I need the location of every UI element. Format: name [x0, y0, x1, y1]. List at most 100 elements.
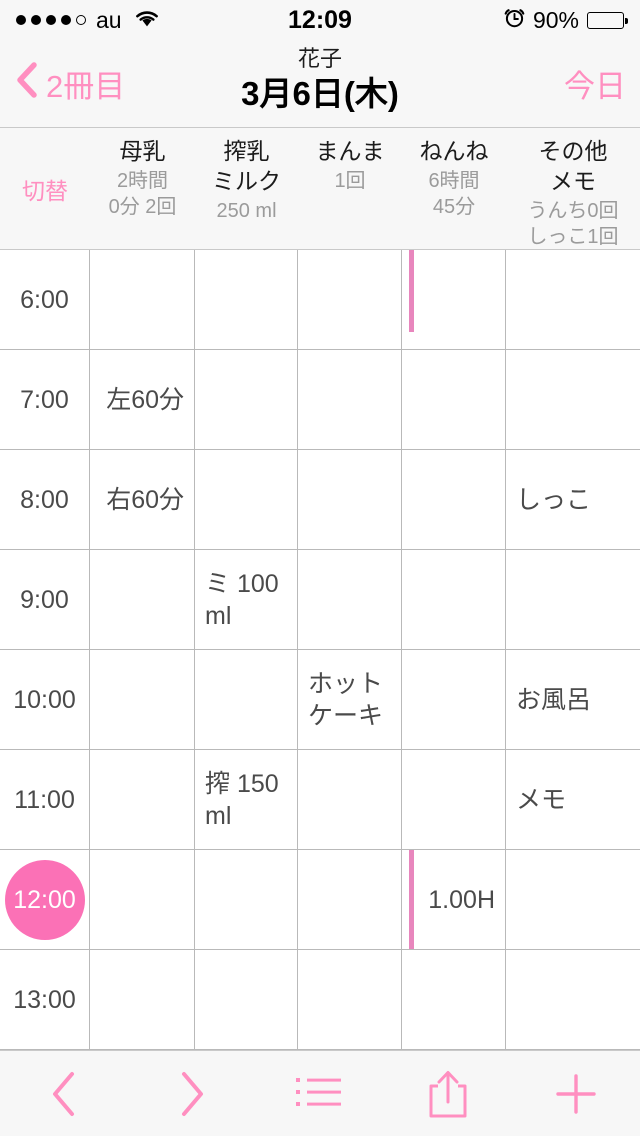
prev-day-button[interactable] — [0, 1051, 128, 1136]
entry-cell-food[interactable] — [298, 950, 402, 1049]
entry-text: 左60分 — [106, 385, 184, 414]
column-title-food: まんま — [315, 138, 385, 164]
hour-label-cell: 8:00 — [0, 450, 90, 549]
entry-cell-sleep[interactable] — [402, 950, 506, 1049]
entry-cell-sleep[interactable] — [402, 350, 506, 449]
entry-cell-bottle[interactable] — [195, 450, 298, 549]
hour-row: 9:00 ミ 100ml — [0, 550, 640, 650]
entry-cell-memo[interactable] — [506, 850, 640, 949]
column-summary-milk: 2時間 0分 2回 — [108, 170, 177, 218]
chevron-right-icon — [170, 1066, 214, 1122]
entry-cell-food[interactable] — [298, 750, 402, 849]
entry-cell-food[interactable] — [298, 250, 402, 349]
entry-cell-milk[interactable] — [90, 650, 195, 749]
entry-cell-bottle[interactable] — [195, 350, 298, 449]
column-header-bottle: 搾乳 ミルク 250 ml — [195, 128, 298, 249]
entry-text: 搾 150ml — [205, 769, 279, 830]
entry-cell-memo[interactable]: メモ — [506, 750, 640, 849]
entry-cell-food[interactable] — [298, 550, 402, 649]
column-header-time[interactable]: 切替 — [0, 128, 90, 249]
hour-label-cell: 10:00 — [0, 650, 90, 749]
hour-label-cell: 11:00 — [0, 750, 90, 849]
column-summary-memo: うんち0回 しっこ1回 — [527, 200, 619, 248]
entry-cell-memo[interactable]: お風呂 — [506, 650, 640, 749]
entry-cell-memo[interactable]: しっこ — [506, 450, 640, 549]
hour-label-cell: 12:00 — [0, 850, 90, 949]
battery-percent-label: 90% — [532, 6, 579, 33]
list-icon — [292, 1070, 348, 1118]
chevron-left-icon — [42, 1066, 86, 1122]
hour-row: 12:00 1.00H — [0, 850, 640, 950]
status-bar-right: 90% — [504, 6, 628, 35]
entry-cell-milk[interactable] — [90, 750, 195, 849]
entry-cell-bottle[interactable] — [195, 950, 298, 1049]
signal-dot — [61, 15, 71, 25]
entry-cell-memo[interactable] — [506, 550, 640, 649]
entry-cell-food[interactable]: ホットケーキ — [298, 650, 402, 749]
hour-label: 10:00 — [13, 685, 76, 714]
signal-strength-icon — [16, 15, 86, 25]
entry-text: 1.00H — [428, 885, 495, 914]
entry-cell-sleep[interactable] — [402, 450, 506, 549]
status-bar-left: au — [16, 6, 160, 35]
column-summary-bottle: 250 ml — [216, 200, 277, 222]
plus-icon — [550, 1068, 602, 1120]
back-button[interactable]: 2冊目 — [14, 61, 125, 107]
hour-label-cell: 6:00 — [0, 250, 90, 349]
hour-label: 13:00 — [13, 985, 76, 1014]
column-title-bottle: 搾乳 ミルク — [212, 138, 281, 194]
entry-cell-bottle[interactable] — [195, 650, 298, 749]
entry-text: 右60分 — [106, 485, 184, 514]
entry-cell-sleep[interactable] — [402, 750, 506, 849]
hour-label-cell: 9:00 — [0, 550, 90, 649]
hour-label-cell: 7:00 — [0, 350, 90, 449]
entry-cell-food[interactable] — [298, 450, 402, 549]
entry-cell-milk[interactable]: 右60分 — [90, 450, 195, 549]
hour-row: 7:00 左60分 — [0, 350, 640, 450]
share-icon — [425, 1066, 471, 1122]
entry-cell-memo[interactable] — [506, 250, 640, 349]
add-entry-button[interactable] — [512, 1051, 640, 1136]
entry-cell-bottle[interactable] — [195, 250, 298, 349]
column-title-memo: その他 メモ — [538, 138, 608, 194]
entry-cell-bottle[interactable] — [195, 850, 298, 949]
entry-text: ミ 100ml — [205, 569, 279, 630]
entry-cell-milk[interactable] — [90, 250, 195, 349]
hour-label-cell: 13:00 — [0, 950, 90, 1049]
entry-cell-food[interactable] — [298, 850, 402, 949]
entry-cell-bottle[interactable]: 搾 150ml — [195, 750, 298, 849]
column-header-food: まんま 1回 — [298, 128, 402, 249]
entry-cell-sleep[interactable] — [402, 650, 506, 749]
app-root: au 12:09 90% 2冊目 花子 3月6日(木) 今日 切替 母乳 2時間… — [0, 0, 640, 1136]
entry-cell-milk[interactable] — [90, 550, 195, 649]
entry-cell-milk[interactable] — [90, 950, 195, 1049]
entry-cell-sleep[interactable] — [402, 550, 506, 649]
column-header-memo: その他 メモうんち0回 しっこ1回 — [506, 128, 640, 249]
share-button[interactable] — [384, 1051, 512, 1136]
today-button[interactable]: 今日 — [564, 61, 626, 106]
hour-row: 10:00 ホットケーキ お風呂 — [0, 650, 640, 750]
alarm-clock-icon — [504, 6, 525, 35]
entry-cell-food[interactable] — [298, 350, 402, 449]
next-day-button[interactable] — [128, 1051, 256, 1136]
list-view-button[interactable] — [256, 1051, 384, 1136]
entry-text: メモ — [516, 785, 567, 814]
switch-button[interactable]: 切替 — [22, 172, 68, 206]
entry-cell-milk[interactable]: 左60分 — [90, 350, 195, 449]
entry-text: しっこ — [516, 485, 592, 514]
hour-row: 8:00 右60分 しっこ — [0, 450, 640, 550]
chevron-left-icon — [14, 61, 38, 107]
entry-cell-bottle[interactable]: ミ 100ml — [195, 550, 298, 649]
entry-text: お風呂 — [516, 685, 592, 714]
column-summary-sleep: 6時間 45分 — [428, 170, 480, 218]
hour-label: 9:00 — [20, 585, 69, 614]
column-summary-food: 1回 — [334, 170, 366, 192]
entry-cell-memo[interactable] — [506, 350, 640, 449]
entry-cell-sleep[interactable] — [402, 250, 506, 349]
entry-cell-milk[interactable] — [90, 850, 195, 949]
entry-cell-memo[interactable] — [506, 950, 640, 1049]
column-title-milk: 母乳 — [119, 138, 166, 164]
bottom-toolbar — [0, 1050, 640, 1136]
entry-cell-sleep[interactable]: 1.00H — [402, 850, 506, 949]
sleep-duration-bar — [409, 850, 414, 949]
